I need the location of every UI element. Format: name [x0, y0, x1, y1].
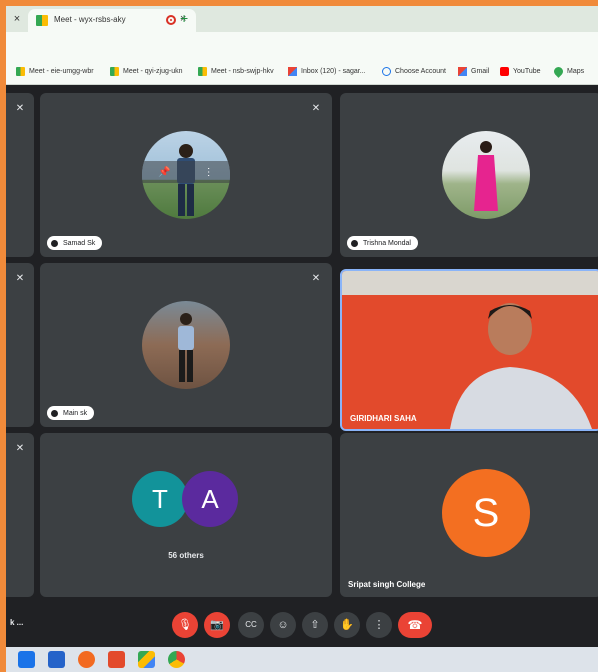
- participant-name: Sripat singh College: [348, 580, 426, 589]
- screen-frame: × Meet - wyx-rsbs-aky × + Meet - eie-umg…: [6, 6, 598, 672]
- captions-button[interactable]: CC: [238, 612, 264, 638]
- tile-hover-overlay: 📌 ⋮: [142, 161, 230, 183]
- end-call-button[interactable]: ☎: [398, 612, 432, 638]
- participant-photo: [442, 131, 530, 219]
- mic-off-icon: ✕: [311, 273, 321, 284]
- avatar: S: [442, 469, 530, 557]
- participant-name-chip: Samad Sk: [47, 236, 103, 250]
- avatar: A: [182, 471, 238, 527]
- person-figure: [474, 141, 498, 211]
- recording-icon: [166, 15, 176, 25]
- bookmarks-bar: Meet - eie-umgg-wbr Meet - qyi-zjug-ukn …: [6, 60, 598, 85]
- participant-name-chip: Trishna Mondal: [347, 236, 418, 250]
- others-tile[interactable]: T A 56 others: [40, 433, 332, 597]
- gmail-icon: [458, 67, 467, 76]
- tab-title: Meet - wyx-rsbs-aky: [54, 15, 126, 24]
- raise-hand-button[interactable]: ✋: [334, 612, 360, 638]
- avatar: T: [132, 471, 188, 527]
- participant-tile-partial[interactable]: ✕: [6, 433, 34, 597]
- participant-name-chip: Main sk: [47, 406, 95, 420]
- maps-icon: [552, 65, 565, 78]
- bookmark-item[interactable]: YouTube: [500, 67, 541, 76]
- chrome-icon[interactable]: [168, 651, 185, 668]
- meet-icon: [16, 67, 25, 76]
- hand-icon: [351, 239, 358, 247]
- more-options-button[interactable]: ⋮: [366, 612, 392, 638]
- tab-meet[interactable]: Meet - wyx-rsbs-aky ×: [28, 9, 196, 32]
- tab-strip: × Meet - wyx-rsbs-aky × +: [6, 6, 598, 32]
- bookmark-item[interactable]: Meet - qyi-zjug-ukn: [110, 67, 183, 76]
- camera-toggle-button[interactable]: 📷: [204, 612, 230, 638]
- emoji-button[interactable]: ☺: [270, 612, 296, 638]
- video-feed: [342, 271, 598, 429]
- participant-photo: [142, 301, 230, 389]
- google-icon: [382, 67, 391, 76]
- participant-tile[interactable]: S Sripat singh College: [340, 433, 598, 597]
- gmail-icon: [288, 67, 297, 76]
- bookmark-item[interactable]: Meet - nsb-swjp-hkv: [198, 67, 274, 76]
- present-button[interactable]: ⇧: [302, 612, 328, 638]
- bookmark-item[interactable]: Inbox (120) - sagar...: [288, 67, 366, 76]
- bookmark-item[interactable]: Choose Account: [382, 67, 446, 76]
- firefox-icon[interactable]: [78, 651, 95, 668]
- bookmark-item[interactable]: Gmail: [458, 67, 489, 76]
- taskbar: [6, 647, 598, 672]
- mic-off-icon: ✕: [311, 103, 321, 114]
- call-controls: k ... 🎙 📷 CC ☺ ⇧ ✋ ⋮ ☎: [6, 605, 598, 647]
- more-options-icon[interactable]: ⋮: [204, 167, 214, 178]
- meet-grid: ✕ ✕ ✕ ✕ 📌 ⋮ Samad Sk Trishna Mondal ✕ Ma…: [6, 85, 598, 605]
- browser-toolbar: [6, 32, 598, 60]
- hand-icon: [51, 409, 58, 417]
- prev-tab-close-icon[interactable]: ×: [10, 12, 24, 26]
- participant-video-tile[interactable]: GIRIDHARI SAHA: [340, 269, 598, 431]
- bookmark-item[interactable]: Meet - eie-umgg-wbr: [16, 67, 94, 76]
- meet-icon: [110, 67, 119, 76]
- others-count: 56 others: [168, 551, 204, 560]
- meet-icon: [198, 67, 207, 76]
- youtube-icon: [500, 67, 509, 76]
- start-icon[interactable]: [18, 651, 35, 668]
- mic-toggle-button[interactable]: 🎙: [172, 612, 198, 638]
- new-tab-button[interactable]: +: [180, 10, 188, 26]
- mic-off-icon: ✕: [15, 443, 25, 454]
- mic-off-icon: ✕: [15, 103, 25, 114]
- participant-photo: 📌 ⋮: [142, 131, 230, 219]
- participant-tile[interactable]: Trishna Mondal: [340, 93, 598, 257]
- bookmark-item[interactable]: Maps: [552, 65, 584, 78]
- pin-icon[interactable]: 📌: [158, 167, 170, 178]
- participant-tile-partial[interactable]: ✕: [6, 93, 34, 257]
- mic-off-icon: ✕: [15, 273, 25, 284]
- participant-tile-partial[interactable]: ✕: [6, 263, 34, 427]
- hand-icon: [51, 239, 58, 247]
- meeting-code: k ...: [10, 618, 24, 627]
- participant-name: GIRIDHARI SAHA: [350, 414, 417, 423]
- meet-icon: [36, 15, 48, 26]
- participant-tile[interactable]: ✕ 📌 ⋮ Samad Sk: [40, 93, 332, 257]
- drive-icon[interactable]: [138, 651, 155, 668]
- participant-tile[interactable]: ✕ Main sk: [40, 263, 332, 427]
- person-figure: [178, 313, 194, 382]
- mail-icon[interactable]: [48, 651, 65, 668]
- app-icon[interactable]: [108, 651, 125, 668]
